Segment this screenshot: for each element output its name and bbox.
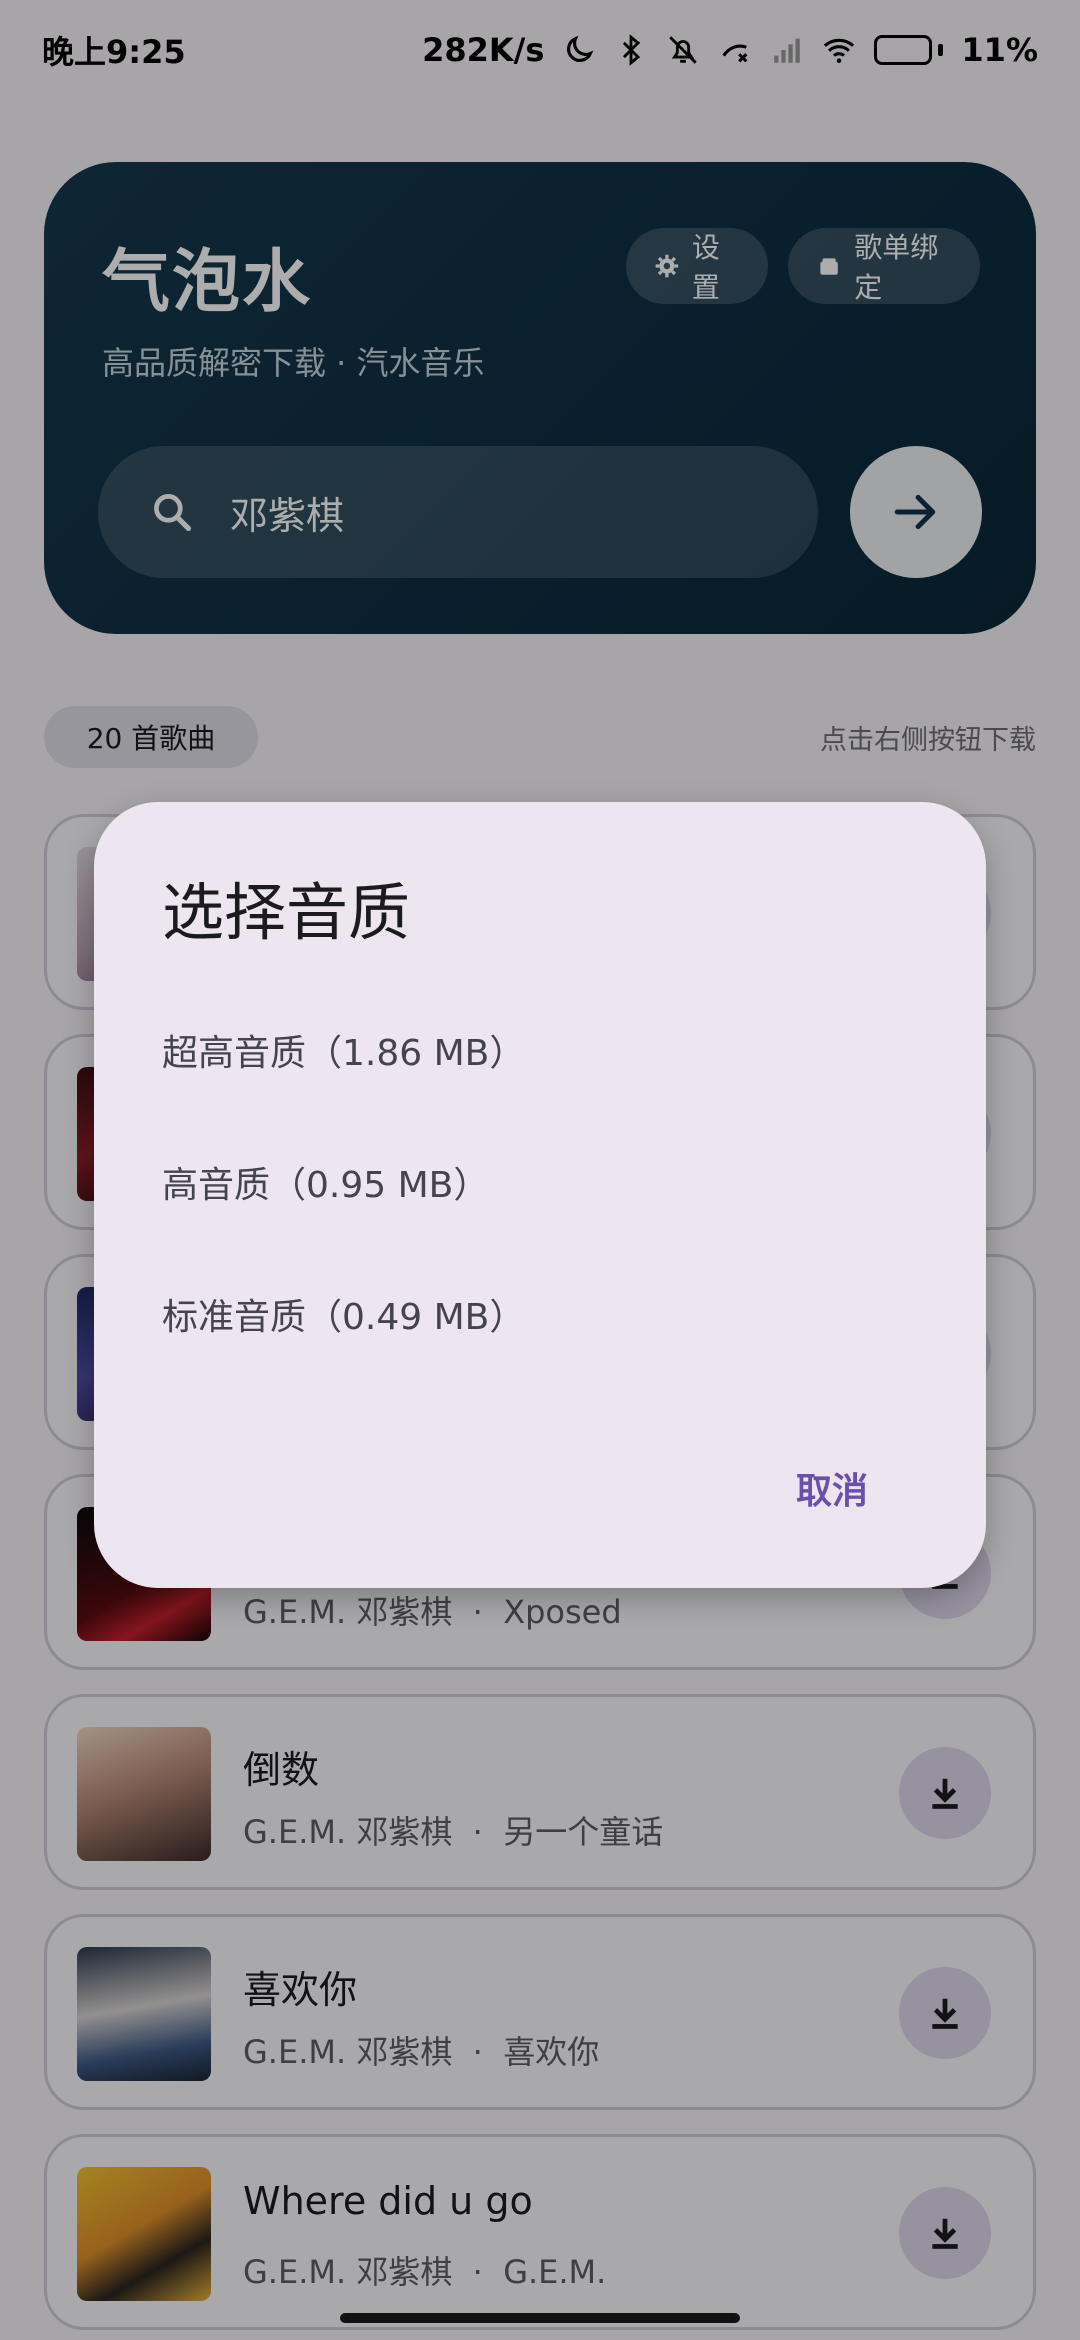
quality-dialog: 选择音质 超高音质（1.86 MB） 高音质（0.95 MB） 标准音质（0.4… (94, 802, 986, 1588)
cancel-button[interactable]: 取消 (796, 1462, 868, 1514)
quality-option-super-high[interactable]: 超高音质（1.86 MB） (162, 1024, 525, 1076)
quality-option-standard[interactable]: 标准音质（0.49 MB） (162, 1288, 525, 1340)
dialog-title: 选择音质 (162, 876, 411, 949)
gesture-nav-handle[interactable] (340, 2313, 740, 2323)
quality-option-high[interactable]: 高音质（0.95 MB） (162, 1156, 489, 1208)
